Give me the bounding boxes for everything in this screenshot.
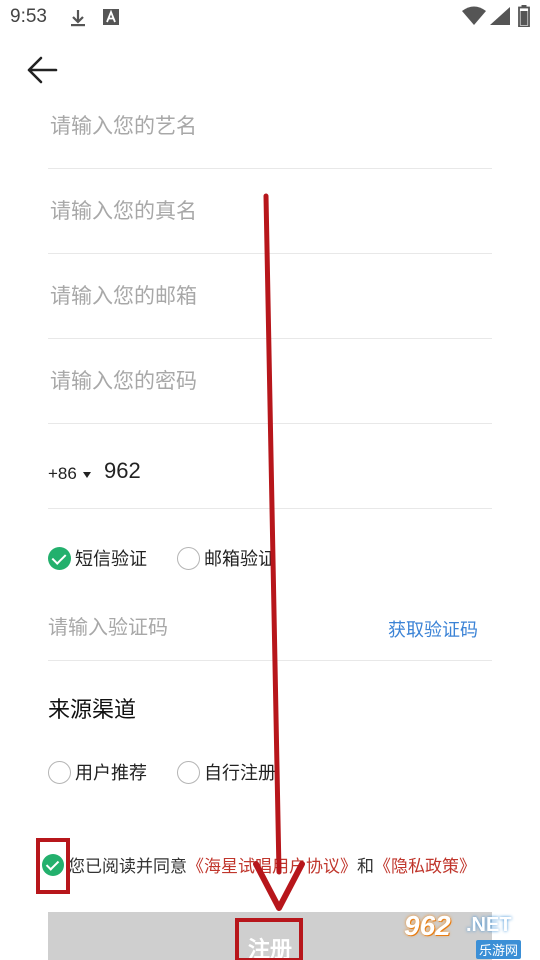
download-icon: [68, 8, 88, 32]
privacy-policy-link[interactable]: 《隐私政策》: [374, 852, 476, 877]
watermark-number: 962: [404, 910, 451, 941]
status-time: 9:53: [10, 6, 47, 27]
real-name-field: [48, 169, 492, 254]
real-name-input[interactable]: [48, 169, 492, 253]
phone-field: +86: [48, 424, 492, 509]
source-option-label: 用户推荐: [75, 763, 147, 784]
verify-option-email[interactable]: 邮箱验证: [177, 545, 276, 571]
source-option-self[interactable]: 自行注册: [177, 759, 276, 785]
radio-unchecked-icon[interactable]: [48, 760, 71, 784]
watermark-suffix: .NET: [466, 914, 512, 936]
register-highlight-box: [235, 918, 303, 960]
verify-option-sms[interactable]: 短信验证: [48, 545, 147, 571]
status-bar: 9:53: [0, 0, 540, 36]
source-option-label: 自行注册: [204, 763, 276, 784]
verify-option-label: 邮箱验证: [204, 549, 276, 570]
wifi-icon: [462, 6, 486, 30]
verify-method-group: 短信验证 邮箱验证: [48, 543, 306, 573]
and-text: 和: [357, 857, 374, 877]
battery-icon: [518, 5, 530, 31]
source-channel-group: 用户推荐 自行注册: [48, 757, 306, 787]
watermark-name: 乐游网: [476, 940, 522, 959]
caret-down-icon[interactable]: [83, 472, 91, 478]
site-watermark-logo: 962 .NET 乐游网: [400, 910, 540, 960]
font-icon: [102, 8, 120, 30]
radio-unchecked-icon[interactable]: [177, 546, 200, 570]
user-agreement-link[interactable]: 《海星试唱用户协议》: [187, 852, 357, 877]
verify-option-label: 短信验证: [75, 549, 147, 570]
password-input[interactable]: [48, 339, 492, 423]
email-input[interactable]: [48, 254, 492, 338]
stage-name-input[interactable]: [48, 84, 492, 168]
password-field: [48, 339, 492, 424]
source-option-referral[interactable]: 用户推荐: [48, 759, 147, 785]
country-code-select[interactable]: +86: [48, 464, 77, 484]
verification-code-field: 获取验证码: [48, 594, 492, 661]
verification-code-input[interactable]: [48, 610, 348, 644]
checkbox-highlight-box: [36, 838, 70, 894]
phone-input[interactable]: [104, 454, 484, 488]
agreement-row: 您已阅读并同意 《海星试唱用户协议》 和 《隐私政策》: [42, 852, 476, 877]
source-channel-title: 来源渠道: [48, 698, 137, 723]
radio-unchecked-icon[interactable]: [177, 760, 200, 784]
email-field: [48, 254, 492, 339]
signal-icon: [489, 6, 511, 30]
stage-name-field: [48, 84, 492, 169]
agree-text: 您已阅读并同意: [68, 857, 187, 877]
get-code-button[interactable]: 获取验证码: [388, 616, 478, 642]
radio-checked-icon[interactable]: [48, 546, 71, 570]
